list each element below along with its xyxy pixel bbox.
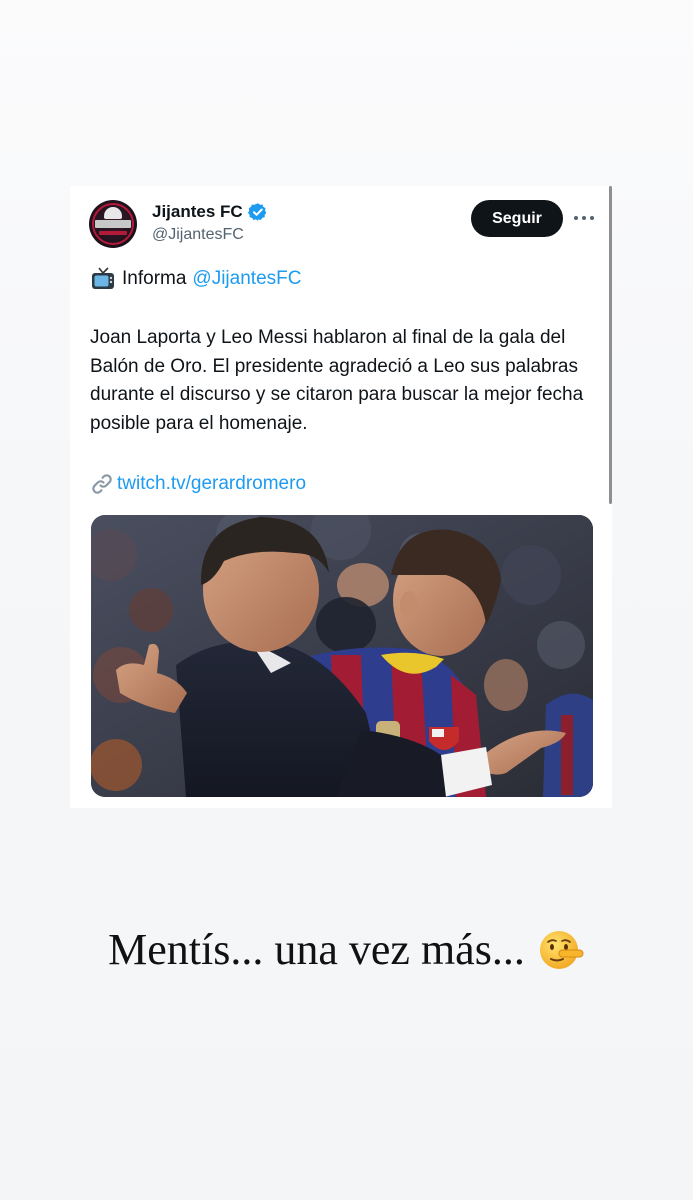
more-options-icon[interactable] xyxy=(572,214,596,222)
photo-laporta-messi-embrace xyxy=(91,515,593,797)
link-icon xyxy=(92,474,112,494)
informa-mention-link[interactable]: @JijantesFC xyxy=(192,268,301,290)
tweet-body: Joan Laporta y Leo Messi hablaron al fin… xyxy=(90,327,584,434)
television-icon xyxy=(92,267,114,289)
follow-button[interactable]: Seguir xyxy=(471,200,563,237)
handle[interactable]: @JijantesFC xyxy=(152,226,244,244)
scroll-indicator xyxy=(609,186,612,504)
external-link-text[interactable]: twitch.tv/gerardromero xyxy=(117,473,306,495)
story-caption: Mentís... una vez más... xyxy=(0,924,693,975)
external-link[interactable]: twitch.tv/gerardromero xyxy=(90,472,306,496)
story-caption-text: Mentís... una vez más... xyxy=(108,925,525,974)
display-name[interactable]: Jijantes FC xyxy=(152,202,243,222)
verified-badge-icon xyxy=(248,203,267,221)
tweet-card[interactable]: Jijantes FC @JijantesFC Seguir Informa @… xyxy=(70,186,612,808)
informa-label: Informa xyxy=(122,268,187,289)
avatar[interactable] xyxy=(89,200,137,248)
lying-face-emoji-icon xyxy=(539,930,584,969)
informa-line: Informa @JijantesFC xyxy=(90,266,301,292)
tweet-photo[interactable] xyxy=(91,515,593,797)
